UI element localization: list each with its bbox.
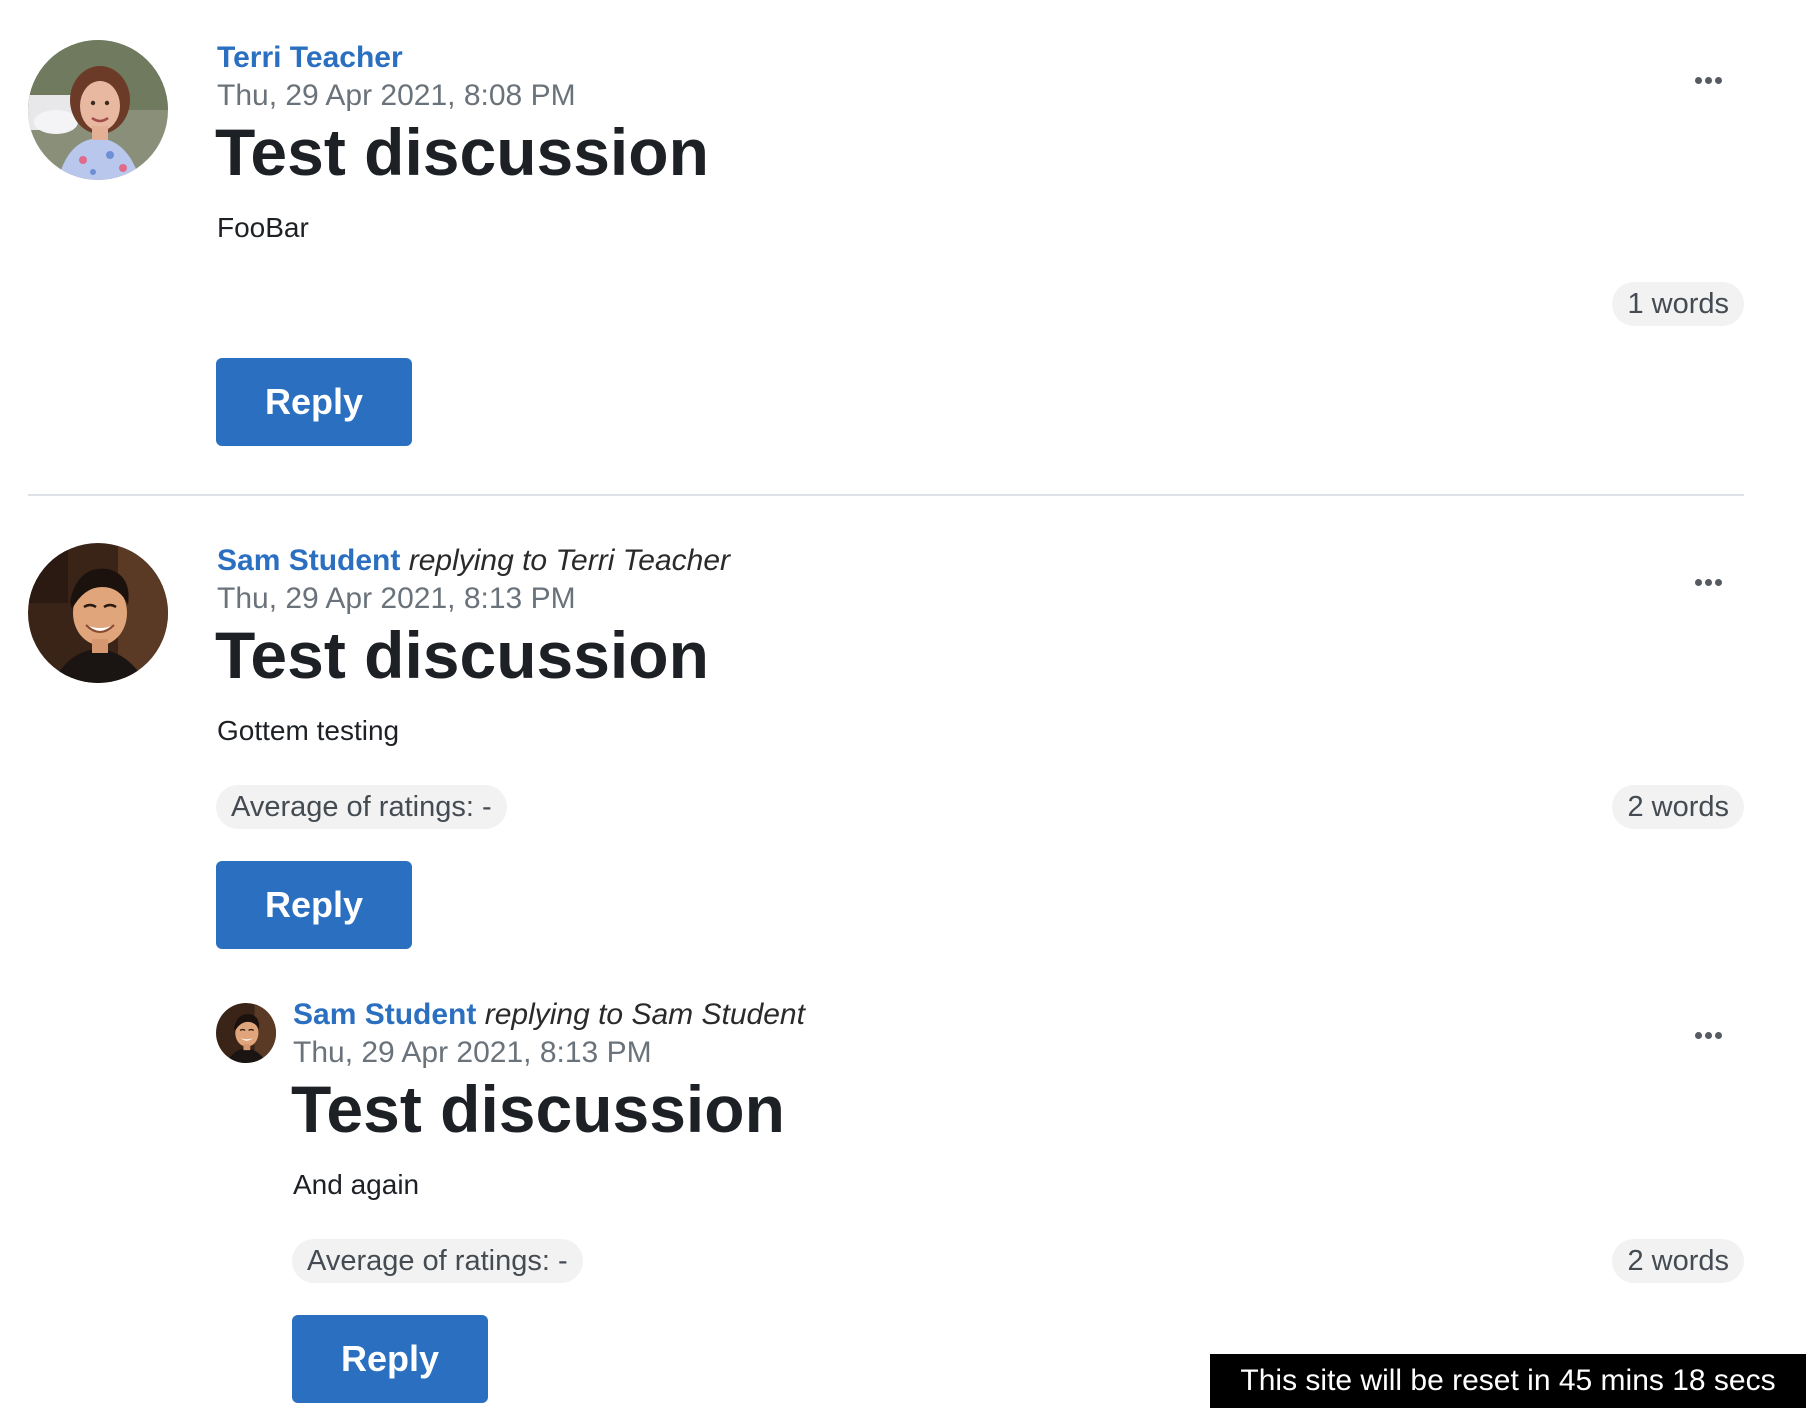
- reply-button[interactable]: Reply: [216, 358, 412, 446]
- site-reset-banner: This site will be reset in 45 mins 18 se…: [1210, 1354, 1806, 1408]
- post-subject: Test discussion: [291, 1072, 785, 1146]
- word-count-badge: 2 words: [1612, 1239, 1744, 1283]
- avatar-sam-student[interactable]: [28, 543, 168, 683]
- post-body: And again: [293, 1169, 420, 1200]
- post-author-line: Terri Teacher: [217, 40, 403, 76]
- author-link[interactable]: Sam Student: [293, 998, 476, 1031]
- more-horizontal-icon: [1694, 578, 1722, 586]
- post-subject: Test discussion: [215, 115, 709, 189]
- post-author-line: Sam Student replying to Sam Student: [293, 997, 805, 1033]
- post-body: Gottem testing: [217, 715, 400, 746]
- avatar-sam-student[interactable]: [216, 1003, 276, 1063]
- author-link[interactable]: Sam Student: [217, 544, 400, 577]
- avatar-photo-terri: [28, 40, 168, 180]
- post-date: Thu, 29 Apr 2021, 8:13 PM: [293, 1036, 652, 1069]
- rating-badge: Average of ratings: -: [216, 785, 507, 829]
- avatar-photo-sam: [28, 543, 168, 683]
- post-actions-menu[interactable]: [1688, 567, 1728, 597]
- avatar-terri-teacher[interactable]: [28, 40, 168, 180]
- post-actions-menu[interactable]: [1688, 1020, 1728, 1050]
- reply-button[interactable]: Reply: [292, 1315, 488, 1403]
- post-author-line: Sam Student replying to Terri Teacher: [217, 543, 730, 579]
- rating-badge: Average of ratings: -: [292, 1239, 583, 1283]
- post-actions-menu[interactable]: [1688, 65, 1728, 95]
- word-count-badge: 1 words: [1612, 282, 1744, 326]
- more-horizontal-icon: [1694, 1031, 1722, 1039]
- replying-to-text: replying to Terri Teacher: [408, 544, 731, 577]
- reply-button[interactable]: Reply: [216, 861, 412, 949]
- post-subject: Test discussion: [215, 618, 709, 692]
- post-body: FooBar: [217, 212, 309, 243]
- avatar-photo-sam: [216, 1003, 276, 1063]
- more-horizontal-icon: [1694, 76, 1722, 84]
- post-date: Thu, 29 Apr 2021, 8:13 PM: [217, 582, 576, 615]
- post-date: Thu, 29 Apr 2021, 8:08 PM: [217, 79, 576, 112]
- author-link[interactable]: Terri Teacher: [217, 41, 403, 74]
- post-divider: [28, 494, 1744, 496]
- replying-to-text: replying to Sam Student: [484, 998, 805, 1031]
- word-count-badge: 2 words: [1612, 785, 1744, 829]
